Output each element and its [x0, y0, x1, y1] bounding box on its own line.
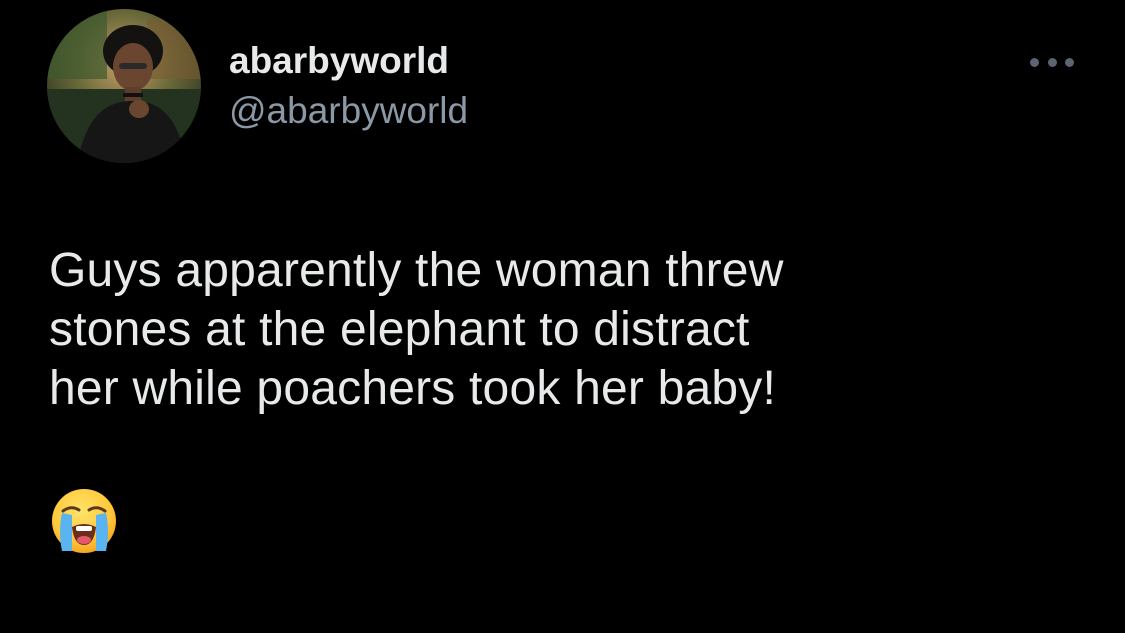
tweet-card: abarbyworld @abarbyworld Guys apparently… [0, 0, 1125, 633]
avatar[interactable] [47, 9, 201, 163]
dot-icon [1047, 57, 1057, 67]
loudly-crying-face-icon [50, 487, 118, 555]
more-options-icon[interactable] [1030, 50, 1074, 74]
tweet-text: Guys apparently the woman threw stones a… [49, 244, 784, 415]
author-display-name[interactable]: abarbyworld [229, 38, 468, 84]
dot-icon [1030, 57, 1039, 67]
dot-icon [1065, 57, 1074, 67]
author-handle[interactable]: @abarbyworld [229, 88, 468, 134]
author-block: abarbyworld @abarbyworld [229, 38, 468, 134]
profile-photo-icon [47, 9, 201, 163]
